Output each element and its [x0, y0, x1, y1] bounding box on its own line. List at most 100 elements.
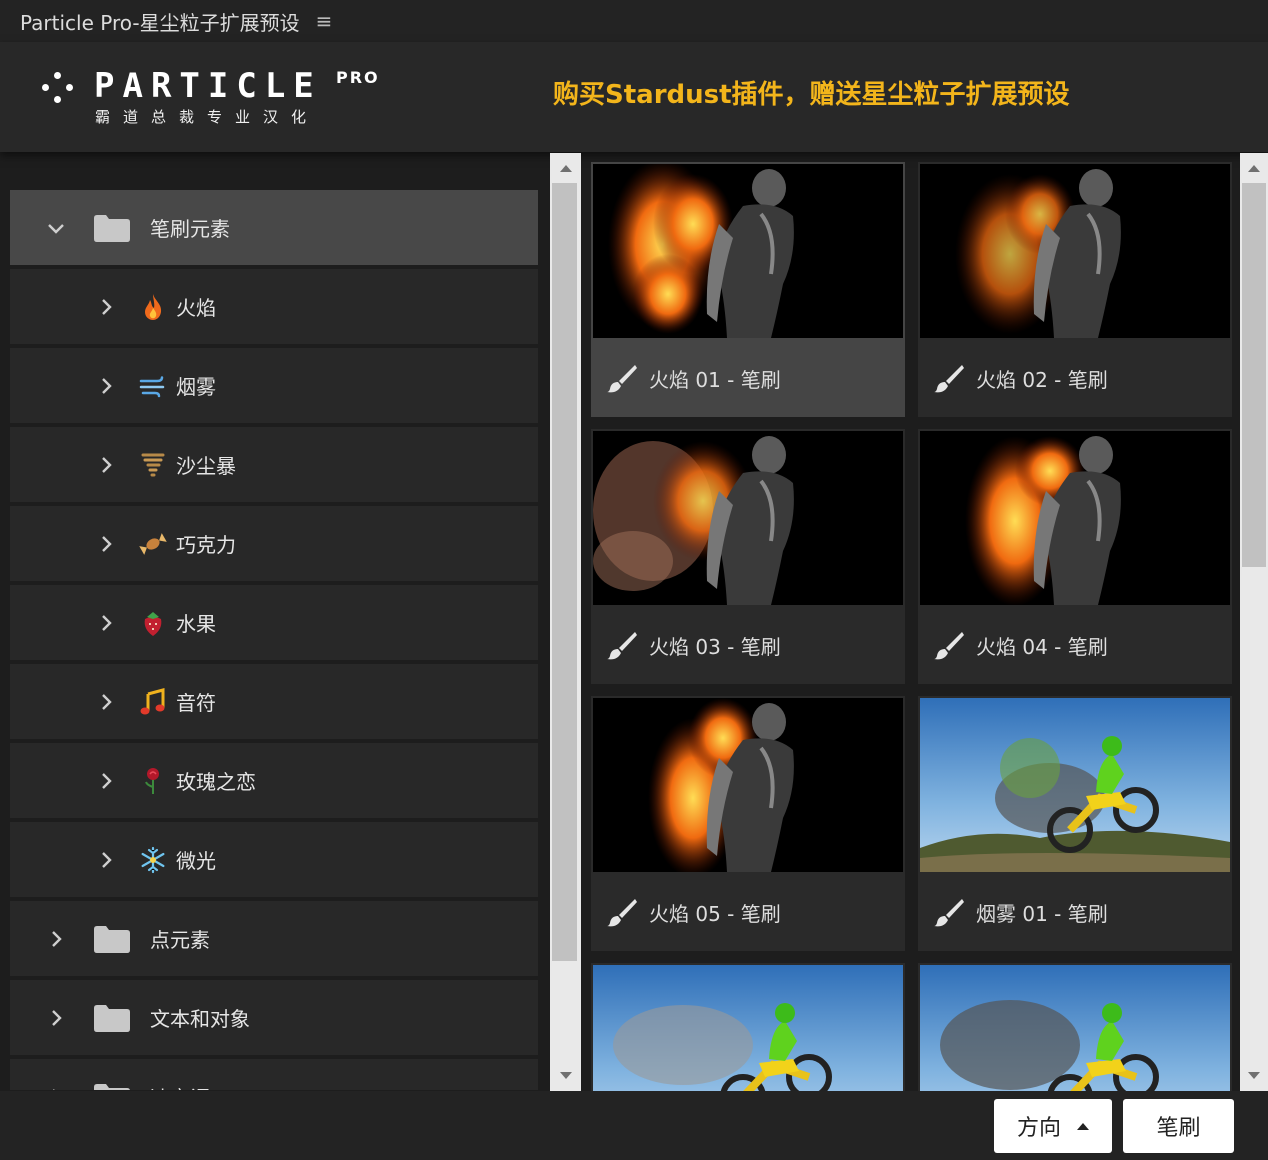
preset-caption: 火焰 05 - 笔刷	[607, 892, 781, 932]
tree-item-label: 水果	[176, 612, 216, 636]
strawberry-icon	[139, 609, 167, 637]
brush-icon	[607, 632, 637, 660]
preset-card[interactable]: 火焰 05 - 笔刷	[591, 696, 905, 951]
tornado-icon	[139, 451, 167, 479]
brush-icon	[607, 899, 637, 927]
chevron-right-icon[interactable]	[96, 850, 116, 870]
preset-caption: 火焰 04 - 笔刷	[934, 625, 1108, 665]
chevron-right-icon[interactable]	[96, 771, 116, 791]
tree-item-chocolate[interactable]: 巧克力	[10, 506, 538, 581]
preset-thumbnail	[920, 965, 1230, 1091]
chevron-down-icon[interactable]	[46, 218, 66, 238]
brush-button[interactable]: 笔刷	[1123, 1099, 1234, 1153]
chevron-right-icon[interactable]	[96, 455, 116, 475]
scroll-down-arrow-icon[interactable]	[559, 1072, 572, 1079]
scroll-up-arrow-icon[interactable]	[1248, 165, 1260, 172]
chevron-right-icon[interactable]	[96, 534, 116, 554]
window-title: Particle Pro-星尘粒子扩展预设	[20, 10, 300, 35]
chevron-right-icon[interactable]	[46, 929, 66, 949]
chevron-right-icon[interactable]	[46, 1008, 66, 1028]
preset-caption: 火焰 03 - 笔刷	[607, 625, 781, 665]
tree-folder-brush-elements[interactable]: 笔刷元素	[10, 190, 538, 265]
scroll-down-arrow-icon[interactable]	[1248, 1072, 1260, 1079]
direction-dropdown-button[interactable]: 方向	[994, 1099, 1112, 1153]
flame-icon	[139, 293, 167, 321]
folder-icon	[94, 1004, 130, 1032]
title-bar: Particle Pro-星尘粒子扩展预设 ≡	[0, 0, 1268, 42]
preset-label: 火焰 03 - 笔刷	[649, 634, 781, 659]
brush-label: 笔刷	[1156, 1116, 1201, 1141]
scroll-up-arrow-icon[interactable]	[559, 165, 572, 172]
tree-item-label: 烟雾	[176, 375, 216, 399]
folder-icon	[94, 214, 130, 242]
tree-scrollbar[interactable]	[550, 153, 581, 1091]
header-banner: PARTICLE PRO 霸道总裁专业汉化 购买Stardust插件，赠送星尘粒…	[0, 42, 1268, 152]
chevron-right-icon[interactable]	[46, 1087, 66, 1090]
logo-pro-badge: PRO	[336, 68, 380, 87]
preset-caption: 火焰 01 - 笔刷	[607, 358, 781, 398]
candy-icon	[139, 530, 167, 558]
snowflake-icon	[139, 846, 167, 874]
category-tree: 笔刷元素 火焰 烟雾 沙尘暴 巧克力 水果 音符 玫瑰之恋 微光 点元素 文本和…	[10, 190, 538, 1090]
tree-item-label: 火焰	[176, 296, 216, 320]
tree-item-label: 巧克力	[176, 533, 236, 557]
preset-card[interactable]: 火焰 02 - 笔刷	[918, 162, 1232, 417]
tree-item-label: 沙尘暴	[176, 454, 236, 478]
logo-wordmark: PARTICLE	[94, 66, 322, 106]
wind-icon	[139, 372, 167, 400]
tree-item-label: 微光	[176, 849, 216, 873]
preset-label: 火焰 01 - 笔刷	[649, 367, 781, 392]
preset-label: 烟雾 01 - 笔刷	[976, 901, 1108, 926]
rose-icon	[139, 767, 167, 795]
tree-folder-text-objects[interactable]: 文本和对象	[10, 980, 538, 1055]
caret-up-icon	[1077, 1122, 1089, 1130]
tree-folder-partial[interactable]: 辿亩调	[10, 1059, 538, 1090]
preset-grid: 火焰 01 - 笔刷 火焰 02 - 笔刷 火焰 03 - 笔刷 火焰 04 -…	[591, 162, 1233, 1091]
chevron-right-icon[interactable]	[96, 613, 116, 633]
tree-folder-point-elements[interactable]: 点元素	[10, 901, 538, 976]
tree-item-label: 文本和对象	[150, 1007, 250, 1031]
preset-card[interactable]	[918, 963, 1232, 1091]
preset-label: 火焰 04 - 笔刷	[976, 634, 1108, 659]
preset-card[interactable]: 火焰 03 - 笔刷	[591, 429, 905, 684]
direction-label: 方向	[1016, 1116, 1061, 1141]
tree-item-fire[interactable]: 火焰	[10, 269, 538, 344]
tree-item-label: 辿亩调	[150, 1082, 210, 1090]
preset-thumbnail	[593, 698, 903, 872]
hamburger-menu-icon[interactable]: ≡	[316, 9, 333, 33]
folder-icon	[94, 925, 130, 953]
brush-icon	[934, 365, 964, 393]
tree-item-label: 点元素	[150, 928, 210, 952]
preset-card[interactable]: 烟雾 01 - 笔刷	[918, 696, 1232, 951]
particle-pro-logo: PARTICLE PRO 霸道总裁专业汉化	[42, 66, 402, 136]
folder-icon	[94, 1083, 130, 1090]
preset-thumbnail	[593, 431, 903, 605]
tree-item-glimmer[interactable]: 微光	[10, 822, 538, 897]
promo-text: 购买Stardust插件，赠送星尘粒子扩展预设	[553, 80, 1070, 110]
brush-icon	[934, 632, 964, 660]
tree-item-smoke[interactable]: 烟雾	[10, 348, 538, 423]
preset-thumbnail	[920, 698, 1230, 872]
chevron-right-icon[interactable]	[96, 692, 116, 712]
scrollbar-thumb[interactable]	[1242, 183, 1266, 567]
logo-subtitle: 霸道总裁专业汉化	[95, 108, 320, 126]
preset-card[interactable]	[591, 963, 905, 1091]
preset-scrollbar[interactable]	[1240, 153, 1268, 1091]
tree-item-music-notes[interactable]: 音符	[10, 664, 538, 739]
tree-item-label: 玫瑰之恋	[176, 770, 256, 794]
preset-thumbnail	[920, 164, 1230, 338]
scrollbar-thumb[interactable]	[552, 183, 577, 961]
brush-icon	[934, 899, 964, 927]
chevron-right-icon[interactable]	[96, 297, 116, 317]
tree-item-rose[interactable]: 玫瑰之恋	[10, 743, 538, 818]
tree-item-sandstorm[interactable]: 沙尘暴	[10, 427, 538, 502]
preset-card[interactable]: 火焰 01 - 笔刷	[591, 162, 905, 417]
preset-card[interactable]: 火焰 04 - 笔刷	[918, 429, 1232, 684]
chevron-right-icon[interactable]	[96, 376, 116, 396]
preset-caption: 火焰 02 - 笔刷	[934, 358, 1108, 398]
music-note-icon	[139, 687, 167, 716]
preset-caption: 烟雾 01 - 笔刷	[934, 892, 1108, 932]
bottom-toolbar: 方向 笔刷	[0, 1091, 1268, 1160]
tree-item-label: 音符	[176, 691, 216, 715]
tree-item-fruit[interactable]: 水果	[10, 585, 538, 660]
